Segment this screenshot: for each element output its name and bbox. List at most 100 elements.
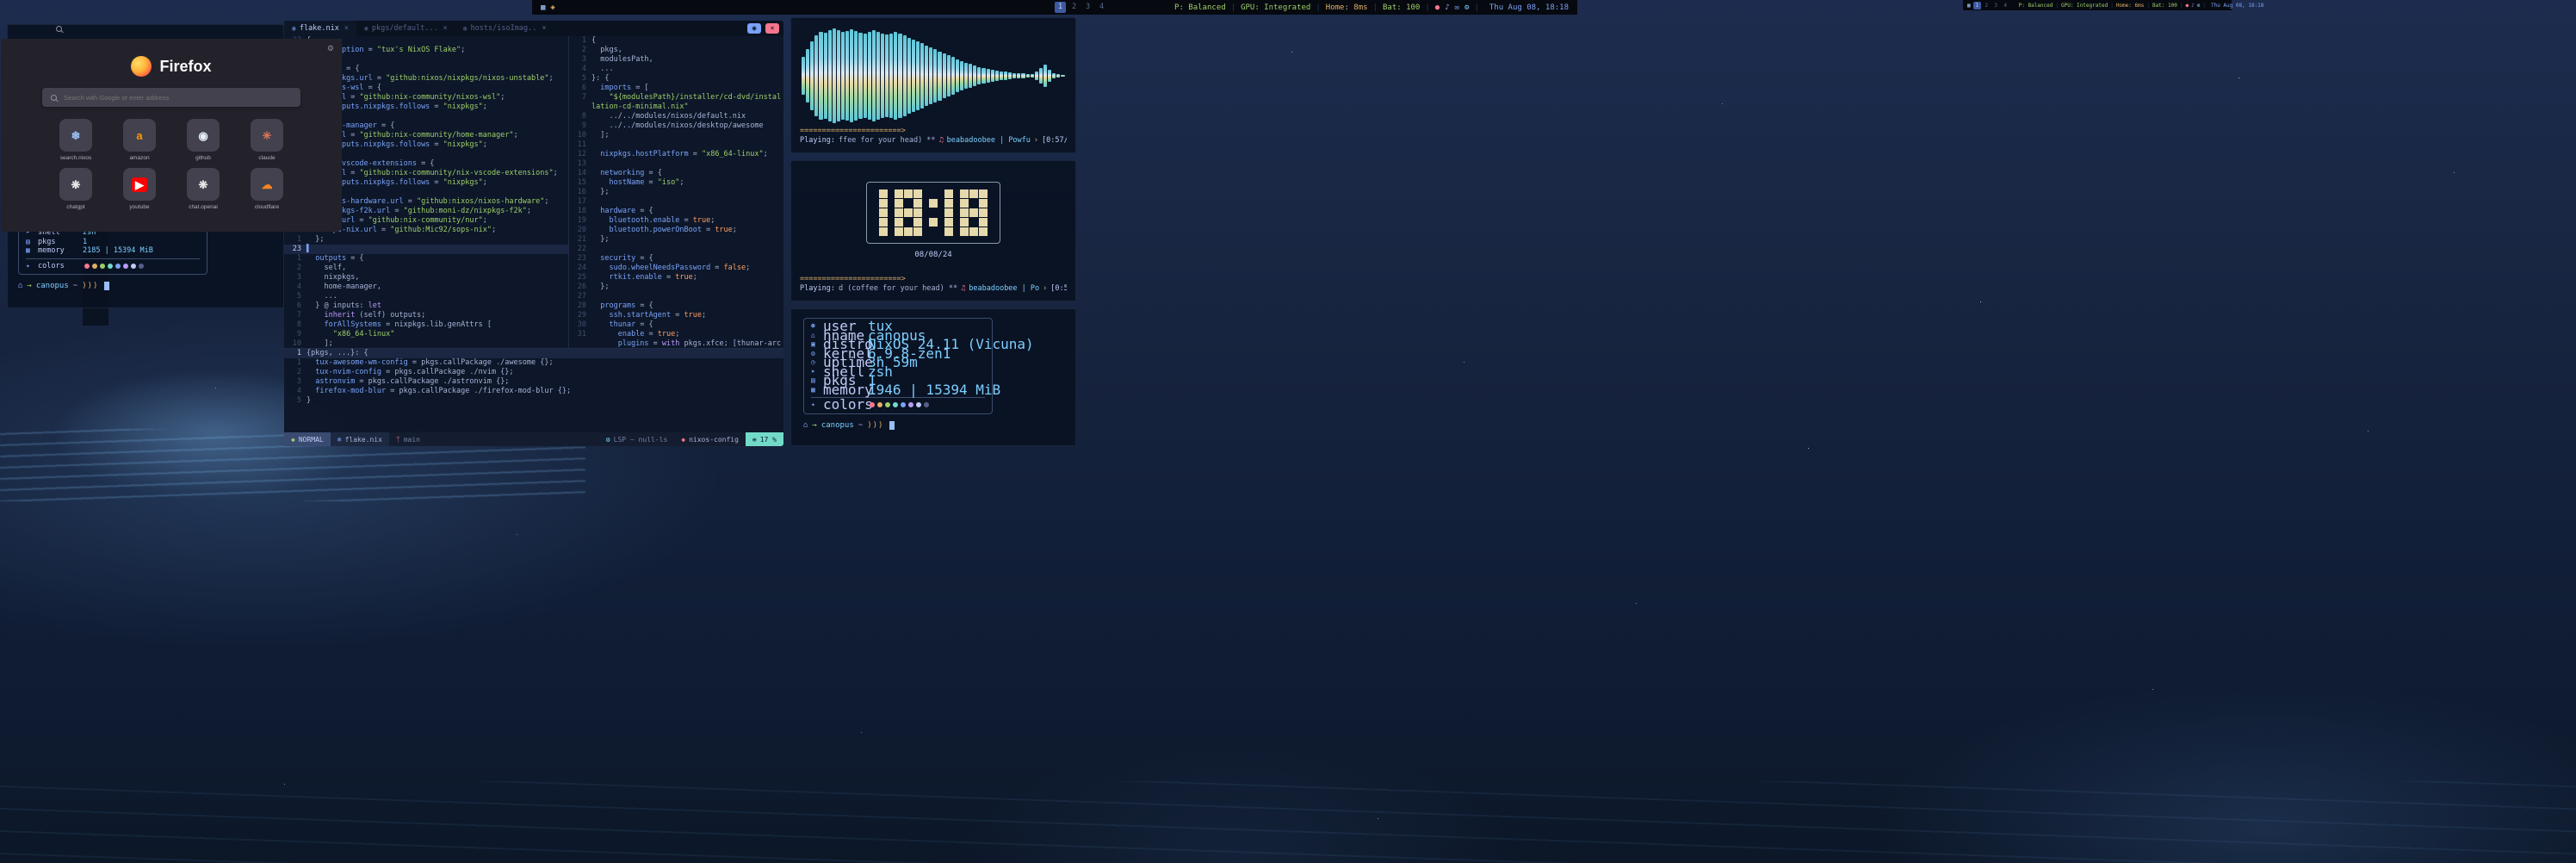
code-text: nixos-hardware.url = "github:nixos/nixos… xyxy=(307,197,568,207)
line-number: 5 xyxy=(569,74,591,84)
shortcut-tile[interactable]: ◉github xyxy=(179,119,227,161)
workspace-button[interactable]: 1 xyxy=(1973,2,1981,9)
palette-dot xyxy=(916,402,921,407)
shell-prompt[interactable]: ⌂ → canopus ~ ))) xyxy=(803,421,1063,430)
color-palette xyxy=(870,402,929,407)
workspace-button[interactable]: 2 xyxy=(1068,2,1080,13)
workspace-button[interactable]: 1 xyxy=(1055,2,1066,13)
fetch-colors-row: ✦ colors xyxy=(811,400,985,410)
palette-dot xyxy=(100,264,105,269)
code-text: { xyxy=(307,36,568,46)
code-line: 7 inherit (self) outputs; xyxy=(284,311,568,320)
visualizer-bar xyxy=(969,64,972,87)
visualizer-bar xyxy=(845,31,849,121)
editor-tab[interactable]: ❄hosts/isoImag..× xyxy=(455,21,554,36)
code-line: 8 forAllSystems = nixpkgs.lib.genAttrs [ xyxy=(284,320,568,330)
shortcut-icon-box: ▶ xyxy=(123,168,156,201)
code-line: 27 xyxy=(569,292,783,301)
shortcut-icon-box: ☁ xyxy=(251,168,283,201)
editor-pane-bottom[interactable]: 1{pkgs, ...}: {1 tux-awesome-wm-config =… xyxy=(284,349,783,432)
code-text xyxy=(591,159,783,169)
line-number: 21 xyxy=(569,235,591,245)
line-number: 2 xyxy=(569,46,591,55)
line-number: 2 xyxy=(284,264,307,273)
tab-close-icon[interactable]: × xyxy=(542,24,546,33)
code-text: url = "github:nix-community/nix-vscode-e… xyxy=(307,169,568,178)
progress-separator: =======================> xyxy=(800,275,1067,284)
now-playing-block: =======================> Playing: d (cof… xyxy=(800,275,1067,294)
fetch-row-value: 2185 | 15394 MiB xyxy=(83,246,153,256)
code-line: 2 tux-nvim-config = pkgs.callPackage ./n… xyxy=(284,368,783,377)
shortcut-label: claude xyxy=(258,155,275,161)
shortcut-tile[interactable]: ✳claude xyxy=(243,119,291,161)
search-icon xyxy=(51,95,57,101)
line-number: 5 xyxy=(284,396,307,406)
editor-tab[interactable]: ❄flake.nix× xyxy=(284,21,356,36)
shortcut-icon: ◉ xyxy=(195,128,211,143)
line-number: 29 xyxy=(569,311,591,320)
palette-dot xyxy=(893,402,898,407)
code-line: 20 bluetooth.powerOnBoot = true; xyxy=(569,226,783,235)
shortcut-tile[interactable]: ❋chatgpt xyxy=(52,168,100,210)
workspace-button[interactable]: 4 xyxy=(2002,2,2009,9)
line-number: 25 xyxy=(569,273,591,282)
code-text: astronvim = pkgs.callPackage ./astronvim… xyxy=(307,377,783,387)
bar-app-icons[interactable]: ▦◈ xyxy=(541,3,555,12)
visualizer-bar xyxy=(810,41,814,110)
shortcut-tile[interactable]: ❄search.nixos xyxy=(52,119,100,161)
personalize-gear-icon[interactable]: ⚙ xyxy=(327,44,334,53)
shortcut-tile[interactable]: ☁cloudflare xyxy=(243,168,291,210)
code-text: } @ inputs: let xyxy=(307,301,568,311)
line-number: 3 xyxy=(569,55,591,65)
shortcut-tile[interactable]: ❋chat.openai xyxy=(179,168,227,210)
code-text: nixpkgs.url = "github:nixos/nixpkgs/nixo… xyxy=(307,74,568,84)
editor-pane-right[interactable]: 1{2 pkgs,3 modulesPath,4 ...5}: {6 impor… xyxy=(569,36,783,348)
tab-close-icon[interactable]: × xyxy=(443,24,448,33)
line-number: 8 xyxy=(284,320,307,330)
shortcut-tile[interactable]: aamazon xyxy=(115,119,164,161)
workspace-button[interactable]: 3 xyxy=(1082,2,1093,13)
visualizer-bar xyxy=(933,49,937,102)
workspace-button[interactable]: 4 xyxy=(1096,2,1107,13)
visualizer-bar xyxy=(1052,73,1056,79)
now-playing: Playing: ffee for your head) ** ♫ beabad… xyxy=(800,136,1067,146)
bar-item: | xyxy=(2180,3,2183,9)
workspace-button[interactable]: 3 xyxy=(1992,2,2000,9)
code-text: bluetooth.enable = true; xyxy=(591,216,783,226)
visualizer-bar xyxy=(881,34,884,118)
bar-item: ⚙ xyxy=(2197,3,2201,9)
statusline-segment-icon: ◆ xyxy=(291,436,295,444)
code-text xyxy=(591,292,783,301)
statusline-segment-icon: ≡ xyxy=(752,436,757,444)
tab-close-icon[interactable]: × xyxy=(344,24,349,33)
code-text: }; xyxy=(307,235,568,245)
code-text: inputs.nixpkgs.follows = "nixpkgs"; xyxy=(307,140,568,150)
prompt-chevrons: ))) xyxy=(82,282,98,290)
new-tab-page: ⚙ Firefox ❄search.nixosaamazon◉github✳cl… xyxy=(1,39,342,232)
line-number: 17 xyxy=(569,197,591,207)
newtab-search-input[interactable] xyxy=(62,93,292,102)
home-icon: ⌂ xyxy=(803,421,808,430)
bar-item: GPU: Integrated xyxy=(1241,3,1310,12)
code-text: nixpkgs.hostPlatform = "x86_64-linux"; xyxy=(591,150,783,159)
bar-app-icons[interactable]: ▦ xyxy=(1967,3,1971,9)
code-line: 30 thunar = { xyxy=(569,320,783,330)
visualizer-bar xyxy=(872,30,876,121)
colors-label: colors xyxy=(38,262,83,271)
buffer-picker-button[interactable]: ◉ xyxy=(747,23,761,34)
line-number: 19 xyxy=(569,216,591,226)
shortcut-tile[interactable]: ▶youtube xyxy=(115,168,164,210)
code-text: thunar = { xyxy=(591,320,783,330)
bar-item: Bat: 100 xyxy=(2152,3,2177,9)
fetch-row-icon: ➤ xyxy=(811,368,823,377)
bar-item: ● xyxy=(2185,3,2189,9)
newtab-search-bar[interactable] xyxy=(42,88,300,107)
code-text: }; xyxy=(307,150,568,159)
code-text: url = "github:nix-community/nixos-wsl"; xyxy=(307,93,568,102)
editor-tab[interactable]: ❄pkgs/default...× xyxy=(356,21,455,36)
shell-prompt[interactable]: ⌂ → canopus ~ ))) xyxy=(18,282,273,290)
workspace-button[interactable]: 2 xyxy=(1983,2,1991,9)
line-number: 27 xyxy=(569,292,591,301)
line-number: 14 xyxy=(569,169,591,178)
buffer-close-button[interactable]: × xyxy=(765,23,779,34)
